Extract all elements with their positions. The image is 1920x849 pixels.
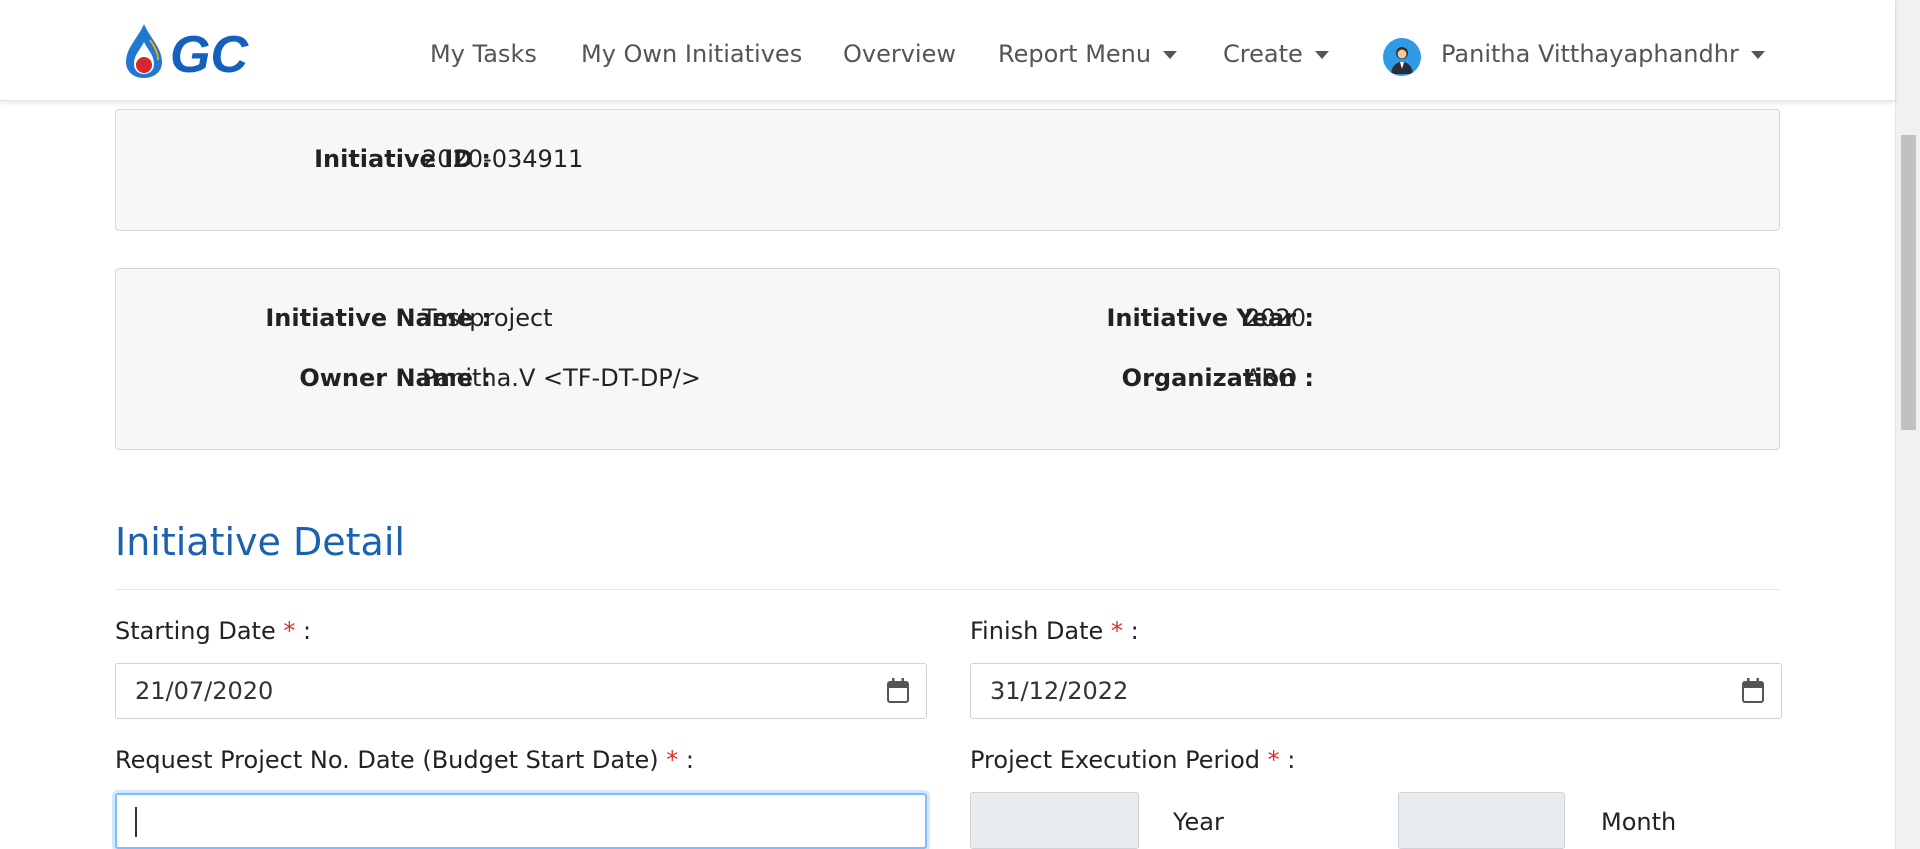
execution-month-input[interactable] (1398, 792, 1565, 849)
finish-date-input[interactable]: 31/12/2022 (970, 663, 1782, 719)
initiative-name-value: Testproject (422, 304, 553, 332)
starting-date-label: Starting Date * : (115, 617, 311, 645)
section-divider (115, 589, 1780, 590)
year-unit-label: Year (1173, 808, 1224, 836)
chevron-down-icon (1163, 51, 1178, 59)
request-project-date-input[interactable] (115, 793, 927, 849)
user-avatar-icon[interactable] (1383, 38, 1421, 76)
required-marker: * (666, 746, 679, 774)
nav-my-tasks-label: My Tasks (430, 40, 537, 68)
finish-date-label-text: Finish Date (970, 617, 1104, 645)
finish-date-value: 31/12/2022 (990, 677, 1129, 705)
request-project-date-label-text: Request Project No. Date (Budget Start D… (115, 746, 659, 774)
initiative-id-panel: Initiative ID : 2020-034911 (115, 109, 1780, 231)
starting-date-input[interactable]: 21/07/2020 (115, 663, 927, 719)
calendar-icon[interactable] (1741, 678, 1765, 704)
top-navbar: GC My Tasks My Own Initiatives Overview … (0, 0, 1895, 101)
chevron-down-icon (1314, 51, 1329, 59)
scrollbar-thumb[interactable] (1901, 135, 1916, 430)
nav-report-menu-label: Report Menu (998, 40, 1152, 68)
nav-my-own-initiatives[interactable]: My Own Initiatives (581, 40, 802, 68)
svg-text:GC: GC (170, 26, 249, 80)
nav-create-label: Create (1223, 40, 1303, 68)
initiative-id-value: 2020-034911 (422, 145, 584, 173)
user-menu-dropdown[interactable]: Panitha Vitthayaphandhr (1441, 40, 1765, 68)
required-marker: * (1267, 746, 1280, 774)
nav-my-own-initiatives-label: My Own Initiatives (581, 40, 803, 68)
section-title-initiative-detail: Initiative Detail (115, 520, 405, 564)
gc-logo[interactable]: GC (124, 22, 292, 84)
nav-my-tasks[interactable]: My Tasks (430, 40, 537, 68)
starting-date-label-text: Starting Date (115, 617, 276, 645)
request-project-date-label: Request Project No. Date (Budget Start D… (115, 746, 694, 774)
nav-create-dropdown[interactable]: Create (1223, 40, 1329, 68)
label-colon: : (303, 617, 312, 645)
calendar-icon[interactable] (886, 678, 910, 704)
label-colon: : (685, 746, 694, 774)
finish-date-label: Finish Date * : (970, 617, 1139, 645)
owner-name-value: Panitha.V <TF-DT-DP/> (422, 364, 701, 392)
required-marker: * (1110, 617, 1123, 645)
project-execution-period-label-text: Project Execution Period (970, 746, 1260, 774)
chevron-down-icon (1750, 51, 1765, 59)
nav-overview-label: Overview (843, 40, 956, 68)
text-cursor (135, 807, 137, 837)
user-name: Panitha Vitthayaphandhr (1441, 40, 1739, 68)
starting-date-value: 21/07/2020 (135, 677, 274, 705)
month-unit-label: Month (1601, 808, 1677, 836)
organization-value: ARO (1245, 364, 1297, 392)
execution-year-input[interactable] (970, 792, 1139, 849)
project-execution-period-label: Project Execution Period * : (970, 746, 1295, 774)
initiative-year-value: 2020 (1245, 304, 1307, 332)
initiative-info-panel: Initiative Name : Testproject Owner Name… (115, 268, 1780, 450)
label-colon: : (1287, 746, 1296, 774)
label-colon: : (1130, 617, 1139, 645)
required-marker: * (283, 617, 296, 645)
nav-overview[interactable]: Overview (843, 40, 956, 68)
nav-report-menu-dropdown[interactable]: Report Menu (998, 40, 1178, 68)
page-scrollbar[interactable] (1895, 0, 1920, 849)
